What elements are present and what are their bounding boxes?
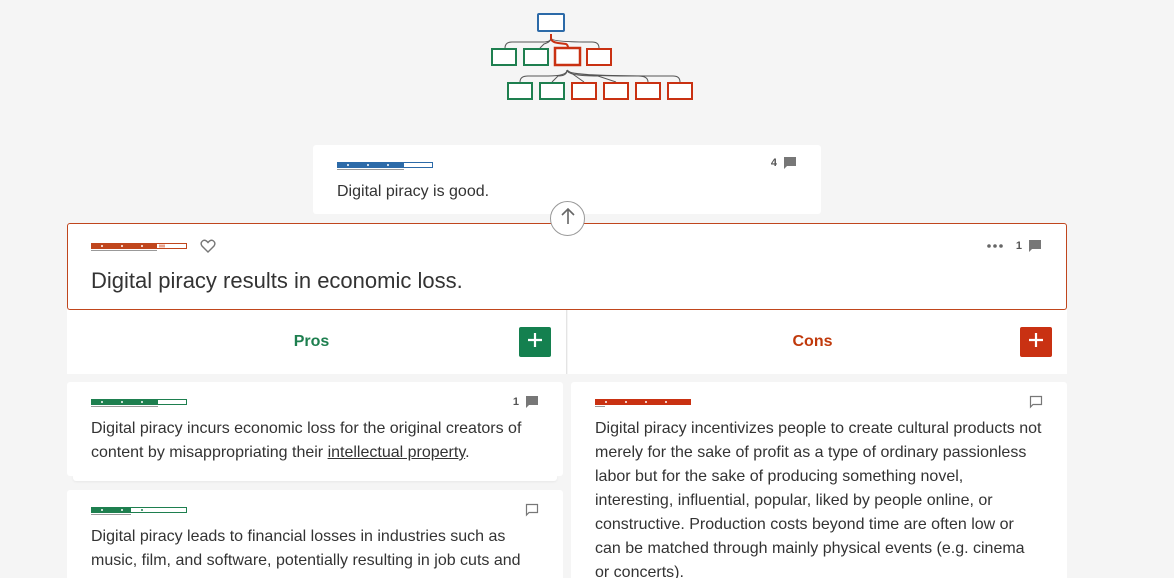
impact-bar — [595, 397, 691, 407]
comment-icon — [525, 503, 539, 517]
main-claim-text: Digital piracy results in economic loss. — [91, 268, 463, 293]
pros-label: Pros — [293, 333, 330, 350]
con-argument-text: Digital piracy incentivizes people to cr… — [595, 420, 1042, 578]
stacked-card-indicator — [73, 476, 557, 481]
pro-argument-text: Digital piracy incurs economic loss for … — [91, 417, 539, 465]
go-to-parent-button[interactable] — [550, 201, 585, 236]
comment-count-value: 1 — [1015, 240, 1022, 252]
text-segment: . — [465, 444, 470, 461]
pro-argument-card[interactable]: Digital piracy leads to financial losses… — [67, 490, 563, 578]
more-dots-icon[interactable] — [986, 238, 1004, 254]
comment-button[interactable] — [525, 503, 539, 517]
comment-count[interactable]: 1 — [1016, 239, 1042, 253]
intellectual-property-link[interactable]: intellectual property — [328, 444, 466, 461]
pro-argument-card[interactable]: 1 Digital piracy incurs economic loss fo… — [67, 382, 563, 476]
main-claim-card[interactable]: 1 Digital piracy results in economic los… — [67, 223, 1067, 310]
comment-icon — [1028, 239, 1042, 253]
cons-column-header: Cons — [568, 310, 1067, 374]
heart-icon[interactable] — [200, 238, 216, 254]
arrow-up-icon — [560, 207, 576, 230]
impact-bar — [91, 397, 187, 407]
add-con-button[interactable] — [1020, 327, 1052, 357]
impact-bar — [337, 160, 433, 170]
parent-claim-text: Digital piracy is good. — [337, 183, 490, 200]
discussion-tree-map[interactable] — [488, 8, 702, 108]
comment-icon — [525, 395, 539, 409]
impact-bar — [91, 241, 187, 251]
comment-icon — [1029, 395, 1043, 409]
pro-argument-text: Digital piracy leads to financial losses… — [91, 528, 521, 569]
comment-count-value: 4 — [770, 157, 777, 169]
comment-count[interactable]: 1 — [513, 395, 539, 409]
comment-icon — [783, 156, 797, 170]
con-argument-card[interactable]: Digital piracy incentivizes people to cr… — [571, 382, 1067, 578]
add-pro-button[interactable] — [519, 327, 551, 357]
pros-column-header: Pros — [67, 310, 567, 374]
impact-bar — [91, 505, 187, 515]
cons-label: Cons — [792, 333, 833, 350]
comment-count[interactable]: 4 — [771, 156, 797, 170]
plus-icon — [1028, 332, 1044, 353]
comment-count-value: 1 — [512, 396, 519, 408]
comment-button[interactable] — [1029, 395, 1043, 409]
plus-icon — [527, 332, 543, 353]
